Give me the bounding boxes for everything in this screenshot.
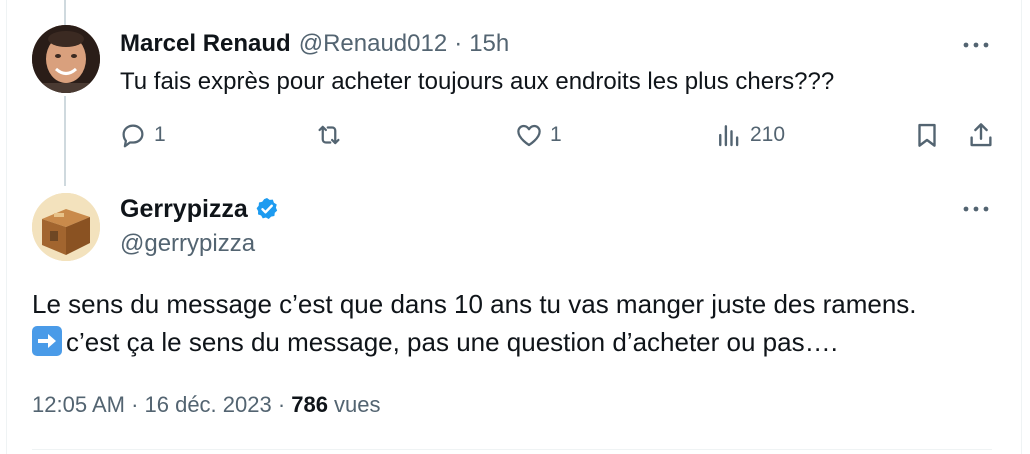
more-options-button[interactable]: [961, 194, 991, 224]
author-display-name[interactable]: Marcel Renaud: [120, 30, 291, 58]
tweet-meta: 12:05 AM · 16 déc. 2023 · 786 vues: [32, 392, 380, 418]
main-tweet-line-2: c’est ça le sens du message, pas une que…: [32, 323, 917, 361]
avatar-portrait-icon: [32, 25, 100, 93]
views-chart-icon: [719, 125, 739, 147]
thread-connector-line: [64, 96, 66, 186]
reply-count: 1: [154, 123, 166, 146]
separator-dot: ·: [454, 30, 463, 57]
like-button[interactable]: 1: [514, 118, 562, 152]
bookmark-button[interactable]: [912, 118, 942, 152]
main-author-block: Gerrypizza @gerrypizza: [120, 194, 280, 258]
avatar[interactable]: [32, 25, 100, 93]
reply-author-row: Marcel Renaud @Renaud012 · 15h: [120, 30, 509, 58]
verified-badge-icon: [256, 197, 278, 219]
reply-button[interactable]: 1: [118, 118, 166, 152]
main-tweet-line-2-text: c’est ça le sens du message, pas une que…: [66, 327, 838, 357]
like-count: 1: [550, 123, 562, 146]
share-button[interactable]: [966, 118, 996, 152]
more-options-button[interactable]: [961, 30, 991, 60]
views-count: 210: [750, 123, 786, 146]
right-arrow-emoji-icon: [32, 326, 62, 356]
tweet-timestamp[interactable]: 12:05 AM · 16 déc. 2023 ·: [32, 392, 291, 418]
main-tweet-text: Le sens du message c’est que dans 10 ans…: [32, 285, 917, 361]
main-tweet-line-1: Le sens du message c’est que dans 10 ans…: [32, 289, 917, 319]
bottom-divider: [32, 449, 992, 450]
author-display-name[interactable]: Gerrypizza: [120, 195, 248, 224]
reply-tweet-text: Tu fais exprès pour acheter toujours aux…: [120, 68, 835, 95]
verified-badge[interactable]: [254, 196, 280, 222]
retweet-icon: [318, 125, 340, 145]
retweet-button[interactable]: [314, 118, 344, 152]
views-button[interactable]: 210: [714, 118, 785, 152]
views-count: 786: [291, 392, 328, 417]
avatar[interactable]: [32, 193, 100, 261]
views-label: vues: [334, 392, 381, 417]
author-handle[interactable]: @gerrypizza: [120, 230, 280, 258]
more-dots-icon: [963, 42, 989, 48]
tweet-time[interactable]: 15h: [469, 30, 509, 58]
main-author-row: Gerrypizza: [120, 194, 280, 224]
bookmark-icon: [918, 123, 936, 147]
author-handle[interactable]: @Renaud012: [299, 30, 447, 58]
share-icon: [970, 123, 992, 147]
reply-action-bar: 1 1 210: [118, 118, 998, 152]
cardboard-box-avatar-icon: [32, 193, 100, 261]
reply-icon: [122, 124, 144, 148]
heart-icon: [517, 124, 541, 147]
thread-connector-top: [64, 0, 66, 25]
more-dots-icon: [963, 206, 989, 212]
